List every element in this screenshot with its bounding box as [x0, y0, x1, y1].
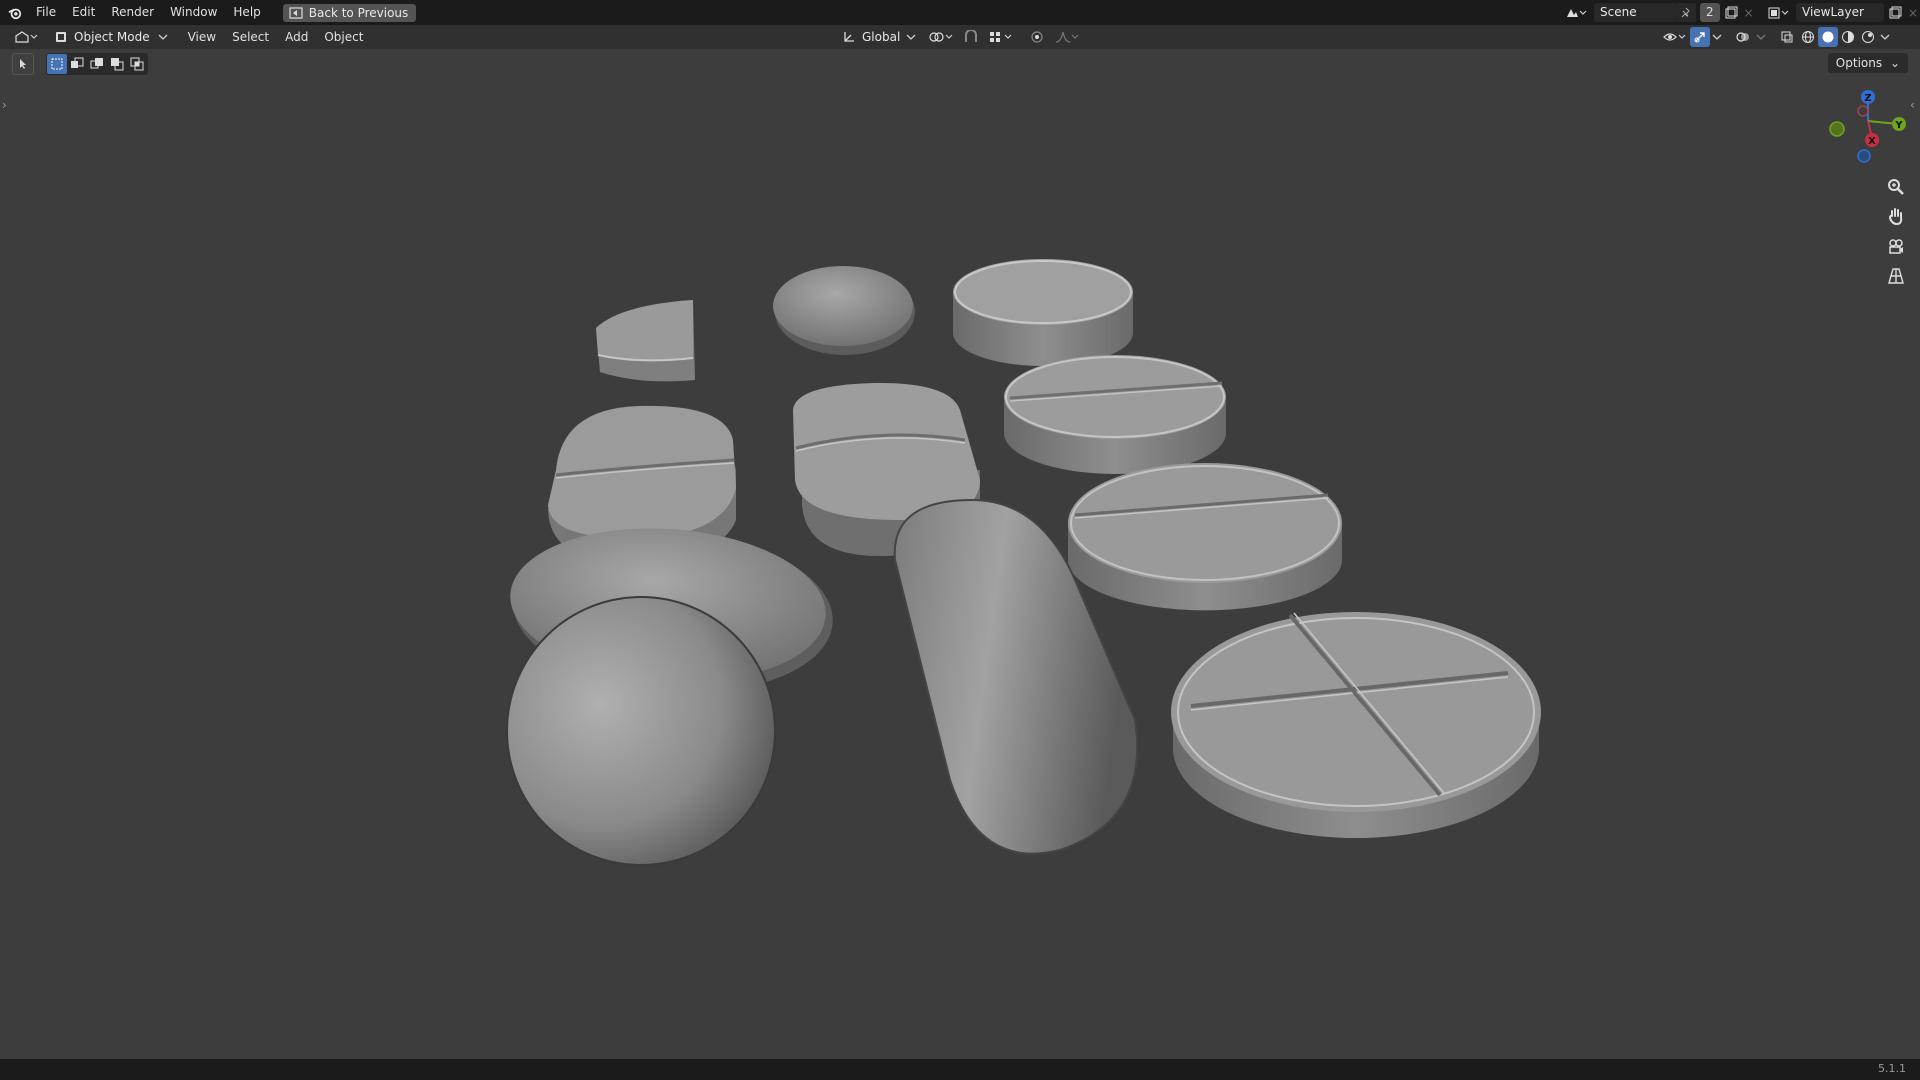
delete-scene-icon[interactable]: × [1742, 3, 1756, 23]
sphere-mesh[interactable] [506, 596, 776, 866]
viewport-header: Object Mode View Select Add Object Globa… [0, 25, 1920, 49]
snap-toggle-icon[interactable] [960, 27, 982, 47]
object-mode-icon [56, 32, 66, 42]
select-invert-icon[interactable] [107, 54, 127, 74]
viewport-scene [506, 259, 1541, 866]
version-label: 5.1.1 [1878, 1062, 1906, 1075]
overlays-options-chevron-icon[interactable] [1754, 27, 1768, 47]
show-gizmo-icon[interactable] [1690, 27, 1710, 47]
flat-round-tablet-mesh[interactable] [953, 259, 1133, 366]
status-bar: 5.1.1 [0, 1059, 1920, 1080]
scored-round-tablet-mesh[interactable] [1004, 355, 1226, 474]
view-layer-selector-icon[interactable] [1764, 3, 1792, 23]
gizmo-options-chevron-icon[interactable] [1710, 27, 1724, 47]
back-to-previous-button[interactable]: Back to Previous [282, 3, 417, 22]
editor-type-icon[interactable] [12, 27, 40, 47]
menu-help[interactable]: Help [225, 0, 268, 25]
menu-window[interactable]: Window [162, 0, 225, 25]
shading-options-chevron-icon[interactable] [1878, 27, 1892, 47]
gizmo-neg-y-handle[interactable] [1829, 121, 1845, 137]
blender-logo-icon[interactable] [8, 6, 22, 20]
back-button-label: Back to Previous [308, 5, 409, 20]
top-menu-bar: File Edit Render Window Help Back to Pre… [0, 0, 1920, 25]
wireframe-shading-icon[interactable] [1798, 27, 1818, 47]
menu-select[interactable]: Select [224, 25, 277, 49]
options-dropdown[interactable]: Options ⌄ [1827, 53, 1908, 73]
large-scored-tablet-mesh[interactable] [1068, 463, 1342, 611]
scene-name-field[interactable]: Scene [1594, 3, 1676, 22]
xray-toggle-icon[interactable] [1776, 27, 1798, 47]
chevron-down-icon: ⌄ [1889, 56, 1900, 70]
menu-add[interactable]: Add [277, 25, 316, 49]
pin-icon[interactable] [1676, 3, 1696, 22]
delete-view-layer-icon[interactable]: × [1906, 3, 1920, 23]
select-intersect-icon[interactable] [127, 54, 147, 74]
show-overlays-icon[interactable] [1732, 27, 1754, 47]
pivot-point-icon[interactable] [926, 27, 956, 47]
menu-edit[interactable]: Edit [64, 0, 103, 25]
proportional-editing-icon[interactable] [1026, 27, 1048, 47]
falloff-icon[interactable] [1052, 27, 1082, 47]
gizmo-x-label: X [1868, 136, 1876, 147]
view-layer-field[interactable]: ViewLayer [1796, 3, 1884, 22]
scene-users-count: 2 [1700, 3, 1720, 22]
orientation-axes-icon [844, 32, 854, 42]
zoom-button[interactable] [1883, 174, 1909, 200]
scene-selector-icon[interactable] [1562, 3, 1590, 23]
chevron-down-icon [906, 34, 916, 40]
small-dome-tablet-mesh[interactable] [773, 266, 915, 355]
snap-target-icon[interactable] [986, 27, 1016, 47]
menu-object[interactable]: Object [316, 25, 371, 49]
object-mode-dropdown[interactable]: Object Mode [48, 27, 174, 47]
transform-orientation-dropdown[interactable]: Global [836, 27, 922, 47]
options-label: Options [1835, 56, 1883, 70]
gizmo-z-label: Z [1864, 93, 1871, 104]
gizmo-neg-x-handle[interactable] [1857, 105, 1869, 117]
pan-button[interactable] [1883, 203, 1909, 229]
orientation-label: Global [862, 30, 901, 44]
solid-shading-icon[interactable] [1818, 27, 1838, 47]
camera-view-button[interactable] [1883, 233, 1909, 259]
zoom-icon [1888, 179, 1904, 195]
navigation-gizmo[interactable]: Z Y X [1820, 85, 1920, 175]
perspective-toggle-button[interactable] [1883, 263, 1909, 289]
gizmo-y-label: Y [1894, 120, 1903, 131]
selection-mode-group [46, 53, 148, 75]
chevron-down-icon [158, 34, 168, 40]
back-screen-icon [289, 6, 303, 19]
gizmo-neg-z-handle[interactable] [1857, 149, 1871, 163]
toolbar-expand-icon[interactable]: › [2, 98, 7, 112]
select-subtract-icon[interactable] [87, 54, 107, 74]
new-scene-icon[interactable] [1720, 3, 1742, 23]
object-mode-label: Object Mode [74, 30, 150, 44]
select-new-icon[interactable] [47, 54, 67, 74]
menu-view[interactable]: View [180, 25, 224, 49]
hand-icon [1888, 208, 1903, 225]
menu-render[interactable]: Render [103, 0, 162, 25]
menu-file[interactable]: File [28, 0, 64, 25]
3d-viewport[interactable]: › ‹ [0, 49, 1920, 1059]
tool-settings-row [12, 53, 148, 75]
new-view-layer-icon[interactable] [1884, 3, 1906, 23]
rendered-shading-icon[interactable] [1858, 27, 1878, 47]
visibility-selectability-icon[interactable] [1660, 27, 1690, 47]
select-tool-icon[interactable] [12, 53, 34, 75]
camera-icon [1889, 239, 1903, 254]
select-extend-icon[interactable] [67, 54, 87, 74]
half-tablet-mesh[interactable] [596, 300, 695, 382]
grid-perspective-icon [1888, 268, 1904, 284]
material-preview-shading-icon[interactable] [1838, 27, 1858, 47]
cross-scored-tablet-mesh[interactable] [1171, 612, 1541, 838]
